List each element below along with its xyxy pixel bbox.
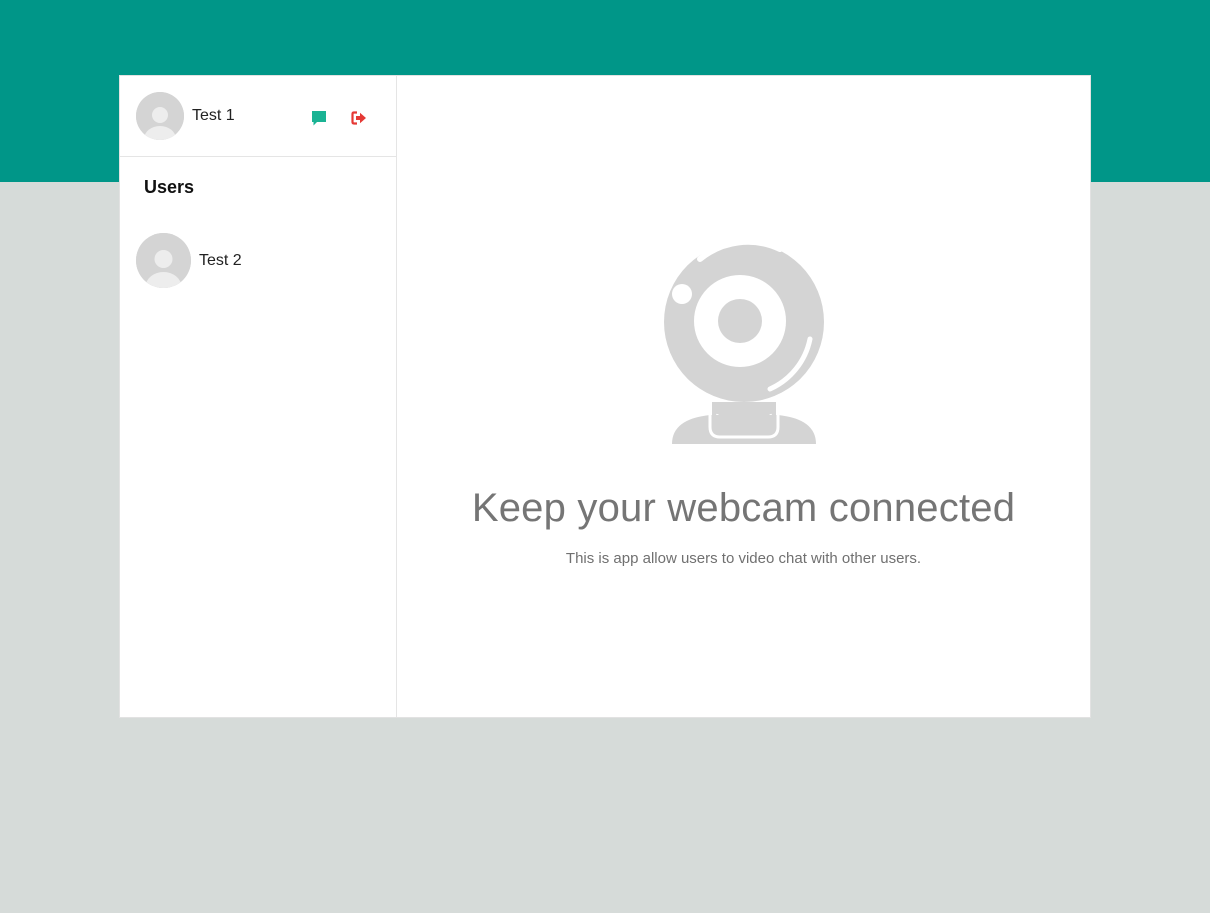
profile-actions: [308, 107, 370, 129]
sidebar: Test 1 Users Test 2: [120, 76, 397, 717]
chat-button[interactable]: [308, 107, 330, 129]
user-avatar-icon: [136, 233, 191, 288]
logout-button[interactable]: [348, 107, 370, 129]
sign-out-icon: [351, 111, 366, 125]
chat-bubble-icon: [312, 111, 326, 126]
users-heading: Users: [144, 177, 195, 197]
webcam-icon: [664, 239, 824, 444]
main-panel: Keep your webcam connected This is app a…: [397, 76, 1090, 717]
welcome-subtitle: This is app allow users to video chat wi…: [565, 550, 922, 567]
user-name: Test 2: [199, 251, 242, 269]
current-user-profile: Test 1: [120, 76, 396, 157]
welcome-title: Keep your webcam connected: [471, 486, 1016, 530]
user-list: Test 2: [120, 209, 396, 288]
current-user-name: Test 1: [192, 107, 235, 124]
user-avatar-icon: [136, 92, 184, 140]
app-window: Test 1 Users Test 2 Keep your webcam con…: [119, 75, 1091, 718]
user-list-item[interactable]: Test 2: [120, 209, 396, 288]
